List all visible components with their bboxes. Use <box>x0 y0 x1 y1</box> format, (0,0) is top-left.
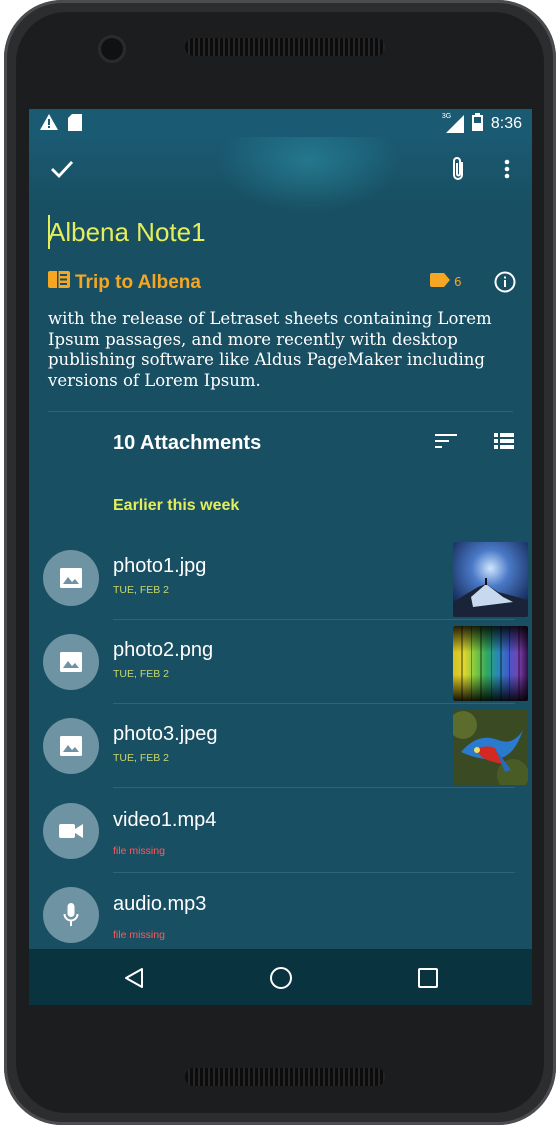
photo-thumbnail[interactable] <box>453 710 528 785</box>
notebook-button[interactable]: Trip to Albena <box>48 271 201 294</box>
bottom-speaker <box>185 1068 385 1086</box>
attachment-name: photo2.png <box>113 639 214 661</box>
info-icon[interactable] <box>494 271 516 297</box>
warning-icon <box>40 114 58 135</box>
image-icon <box>43 550 99 606</box>
attachment-date: TUE, FEB 2 <box>113 752 170 764</box>
back-icon[interactable] <box>119 963 149 993</box>
tag-icon <box>430 273 450 290</box>
photo-thumbnail[interactable] <box>453 626 528 701</box>
notebook-icon <box>48 271 70 294</box>
attachment-date: TUE, FEB 2 <box>113 584 170 596</box>
notebook-name: Trip to Albena <box>75 271 201 293</box>
attachment-row[interactable]: photo1.jpg TUE, FEB 2 <box>29 536 532 620</box>
recents-icon[interactable] <box>413 963 443 993</box>
note-body[interactable]: with the release of Letraset sheets cont… <box>48 309 518 391</box>
attachment-row[interactable]: video1.mp4 file missing <box>29 789 532 873</box>
signal-icon: 3G <box>442 113 464 133</box>
image-icon <box>43 718 99 774</box>
attachment-name: audio.mp3 <box>113 893 207 915</box>
status-bar: 3G 8:36 <box>29 109 532 137</box>
note-title-input[interactable]: Albena Note1 <box>48 217 206 248</box>
sort-icon[interactable] <box>435 433 457 453</box>
attachment-name: photo3.jpeg <box>113 723 218 745</box>
sd-card-icon <box>68 114 82 135</box>
home-icon[interactable] <box>266 963 296 993</box>
earpiece-speaker <box>185 38 385 56</box>
attachment-name: video1.mp4 <box>113 809 217 831</box>
note-meta: Trip to Albena 6 <box>48 271 518 295</box>
row-divider <box>113 787 515 788</box>
attachment-status: file missing <box>113 929 165 941</box>
toolbar <box>29 137 532 217</box>
attachment-status: file missing <box>113 845 165 857</box>
attach-icon[interactable] <box>440 151 476 187</box>
clock: 8:36 <box>490 115 522 132</box>
videocam-icon <box>43 803 99 859</box>
photo-thumbnail[interactable] <box>453 542 528 617</box>
battery-icon <box>471 113 483 135</box>
tag-count: 6 <box>454 274 462 289</box>
attachment-row[interactable]: photo2.png TUE, FEB 2 <box>29 620 532 704</box>
app-screen: 3G 8:36 Albena Note1 Trip to Albena 6 wi… <box>29 109 532 1004</box>
divider <box>48 411 513 412</box>
attachments-header: 10 Attachments <box>113 432 262 454</box>
section-heading: Earlier this week <box>113 497 240 514</box>
front-camera <box>101 38 123 60</box>
check-icon[interactable] <box>44 151 80 187</box>
attachment-date: TUE, FEB 2 <box>113 668 170 680</box>
attachment-name: photo1.jpg <box>113 555 207 577</box>
attachment-row[interactable]: photo3.jpeg TUE, FEB 2 <box>29 704 532 788</box>
view-list-icon[interactable] <box>494 433 514 453</box>
navigation-bar <box>29 949 532 1005</box>
image-icon <box>43 634 99 690</box>
more-vert-icon[interactable] <box>489 151 525 187</box>
tag-button[interactable]: 6 <box>430 273 462 290</box>
header-image <box>209 137 409 217</box>
mic-icon <box>43 887 99 943</box>
attachment-row[interactable]: audio.mp3 file missing <box>29 873 532 957</box>
